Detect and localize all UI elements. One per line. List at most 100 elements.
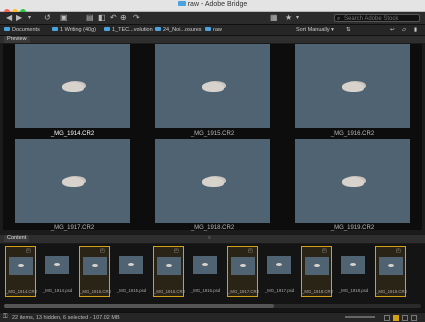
- grid-view-icon[interactable]: [384, 315, 390, 321]
- preview-image[interactable]: [155, 44, 270, 128]
- thumbnail-image: [305, 257, 329, 275]
- preview-label: _MG_1915.CR2: [190, 131, 235, 137]
- rotate-left-icon[interactable]: ↶: [110, 14, 117, 22]
- add-icon[interactable]: ⊕: [120, 14, 127, 22]
- swan-photo: [54, 263, 60, 266]
- folder-icon: [205, 27, 211, 31]
- breadcrumb-tec[interactable]: 1_TEC...volution: [104, 27, 153, 33]
- thumbnail[interactable]: ◰ _MG_1919.CR2: [375, 246, 407, 297]
- thumbnail[interactable]: _MG_1918.psd: [338, 246, 369, 297]
- new-folder-icon[interactable]: ▱: [402, 27, 406, 33]
- status-bar: ⚿ 22 items, 13 hidden, 6 selected - 107.…: [0, 312, 425, 322]
- thumbnail[interactable]: _MG_1914.psd: [42, 246, 73, 297]
- preview-image[interactable]: [155, 139, 270, 223]
- thumbnail[interactable]: ◰ _MG_1917.CR2: [227, 246, 259, 297]
- tab-content[interactable]: Content: [4, 235, 30, 242]
- camera-raw-badge-icon: ◰: [248, 248, 253, 254]
- rating-dots[interactable]: • • • • •: [295, 124, 410, 129]
- filmstrip-view-icon[interactable]: [411, 315, 417, 321]
- preview-panel: • • • • • _MG_1914.CR2 • • • • • _MG_191…: [3, 44, 422, 231]
- back-icon[interactable]: ◀: [6, 14, 12, 22]
- swan-photo: [276, 263, 282, 266]
- preview-image[interactable]: [295, 139, 410, 223]
- scrollbar-thumb[interactable]: [4, 304, 274, 308]
- folder-icon: [177, 1, 186, 6]
- rating-dots[interactable]: • • • • •: [155, 219, 270, 224]
- rating-dots[interactable]: • • • • •: [15, 219, 130, 224]
- folder-icon: [104, 27, 110, 31]
- delete-icon[interactable]: ▮: [414, 27, 417, 33]
- swan-photo: [202, 82, 224, 92]
- swan-photo: [18, 264, 24, 267]
- thumbnail[interactable]: _MG_1916.psd: [190, 246, 221, 297]
- lock-icon[interactable]: ⚿: [3, 314, 8, 321]
- content-panel-header: Content ≡: [0, 235, 425, 243]
- thumbnail-label: _MG_1918.psd: [338, 288, 369, 293]
- preview-image[interactable]: [295, 44, 410, 128]
- breadcrumb-raw[interactable]: raw: [205, 27, 222, 33]
- thumbnail[interactable]: ◰ _MG_1916.CR2: [153, 246, 185, 297]
- star-icon[interactable]: ★: [285, 14, 292, 22]
- rotate-right-icon[interactable]: ↷: [133, 14, 140, 22]
- refine-icon[interactable]: ▤: [86, 14, 94, 22]
- swan-photo: [314, 264, 320, 267]
- folder-icon: [4, 27, 10, 31]
- camera-raw-badge-icon: ◰: [100, 248, 105, 254]
- preview-label: _MG_1914.CR2: [50, 131, 95, 137]
- search-input[interactable]: ⌕ Search Adobe Stock: [334, 14, 420, 22]
- camera-raw-badge-icon: ◰: [26, 248, 31, 254]
- panel-grip-icon[interactable]: ≡: [208, 235, 211, 241]
- view-grid-icon[interactable]: ▦: [270, 14, 278, 22]
- tab-preview[interactable]: Preview: [4, 36, 30, 43]
- thumbnail-label: _MG_1918.CR2: [301, 289, 334, 294]
- title-bar: raw - Adobe Bridge: [0, 0, 425, 15]
- horizontal-scrollbar[interactable]: [4, 304, 421, 308]
- sort-direction-icon[interactable]: ⇅: [346, 27, 351, 33]
- breadcrumb-documents[interactable]: Documents: [4, 27, 40, 33]
- list-view-icon[interactable]: [393, 315, 399, 321]
- thumbnail-size-slider[interactable]: [345, 316, 375, 318]
- thumbnail-image: [9, 257, 33, 275]
- path-bar: Documents 1 Writing (40g) 1_TEC...voluti…: [0, 25, 425, 36]
- preview-label: _MG_1918.CR2: [190, 225, 235, 231]
- swan-photo: [166, 264, 172, 267]
- rating-dots[interactable]: • • • • •: [155, 124, 270, 129]
- thumbnail[interactable]: ◰ _MG_1915.CR2: [79, 246, 112, 297]
- camera-raw-badge-icon: ◰: [174, 248, 179, 254]
- thumbnail[interactable]: _MG_1915.psd: [116, 246, 147, 297]
- swan-photo: [62, 82, 84, 92]
- window-title: raw - Adobe Bridge: [0, 1, 425, 8]
- thumbnail[interactable]: _MG_1917.psd: [264, 246, 295, 297]
- filter-chevron-icon[interactable]: ▾: [296, 14, 299, 22]
- rating-dots[interactable]: • • • • •: [295, 219, 410, 224]
- preview-image[interactable]: [15, 44, 130, 128]
- rating-dots[interactable]: • • • • •: [15, 124, 130, 129]
- recent-folders-icon[interactable]: ▾: [28, 14, 31, 22]
- preview-image[interactable]: [15, 139, 130, 223]
- swan-photo: [240, 264, 246, 267]
- preview-label: _MG_1919.CR2: [330, 225, 375, 231]
- thumbnail-image: [119, 256, 143, 274]
- thumbnail-image: [193, 256, 217, 274]
- sort-dropdown[interactable]: Sort Manually ▾: [296, 27, 334, 33]
- camera-icon[interactable]: ▣: [60, 14, 68, 22]
- forward-icon[interactable]: ▶: [16, 14, 22, 22]
- preview-label: _MG_1916.CR2: [330, 131, 375, 137]
- camera-raw-badge-icon: ◰: [396, 248, 401, 254]
- thumbnail-label: _MG_1914.psd: [42, 288, 73, 293]
- camera-raw-badge-icon: ◰: [322, 248, 327, 254]
- thumbnail-label: _MG_1916.psd: [190, 288, 221, 293]
- open-in-camera-raw-icon[interactable]: ◧: [98, 14, 106, 22]
- details-view-icon[interactable]: [402, 315, 408, 321]
- breadcrumb-writing[interactable]: 1 Writing (40g): [52, 27, 96, 33]
- preview-label: _MG_1917.CR2: [50, 225, 95, 231]
- bridge-window: raw - Adobe Bridge ◀ ▶ ▾ ↺ ▣ ▤ ◧ ↶ ⊕ ↷ ▦…: [0, 0, 425, 322]
- thumbnail-label: _MG_1915.CR2: [79, 289, 112, 294]
- boomerang-icon[interactable]: ↺: [44, 14, 51, 22]
- open-recent-icon[interactable]: ↩: [390, 27, 395, 33]
- breadcrumb-noi[interactable]: 24_Noi...osures: [155, 27, 202, 33]
- search-icon: ⌕: [337, 16, 341, 22]
- thumbnail[interactable]: ◰ _MG_1918.CR2: [301, 246, 334, 297]
- status-text: 22 items, 13 hidden, 6 selected - 107.02…: [12, 315, 120, 321]
- thumbnail[interactable]: ◰ _MG_1914.CR2: [5, 246, 37, 297]
